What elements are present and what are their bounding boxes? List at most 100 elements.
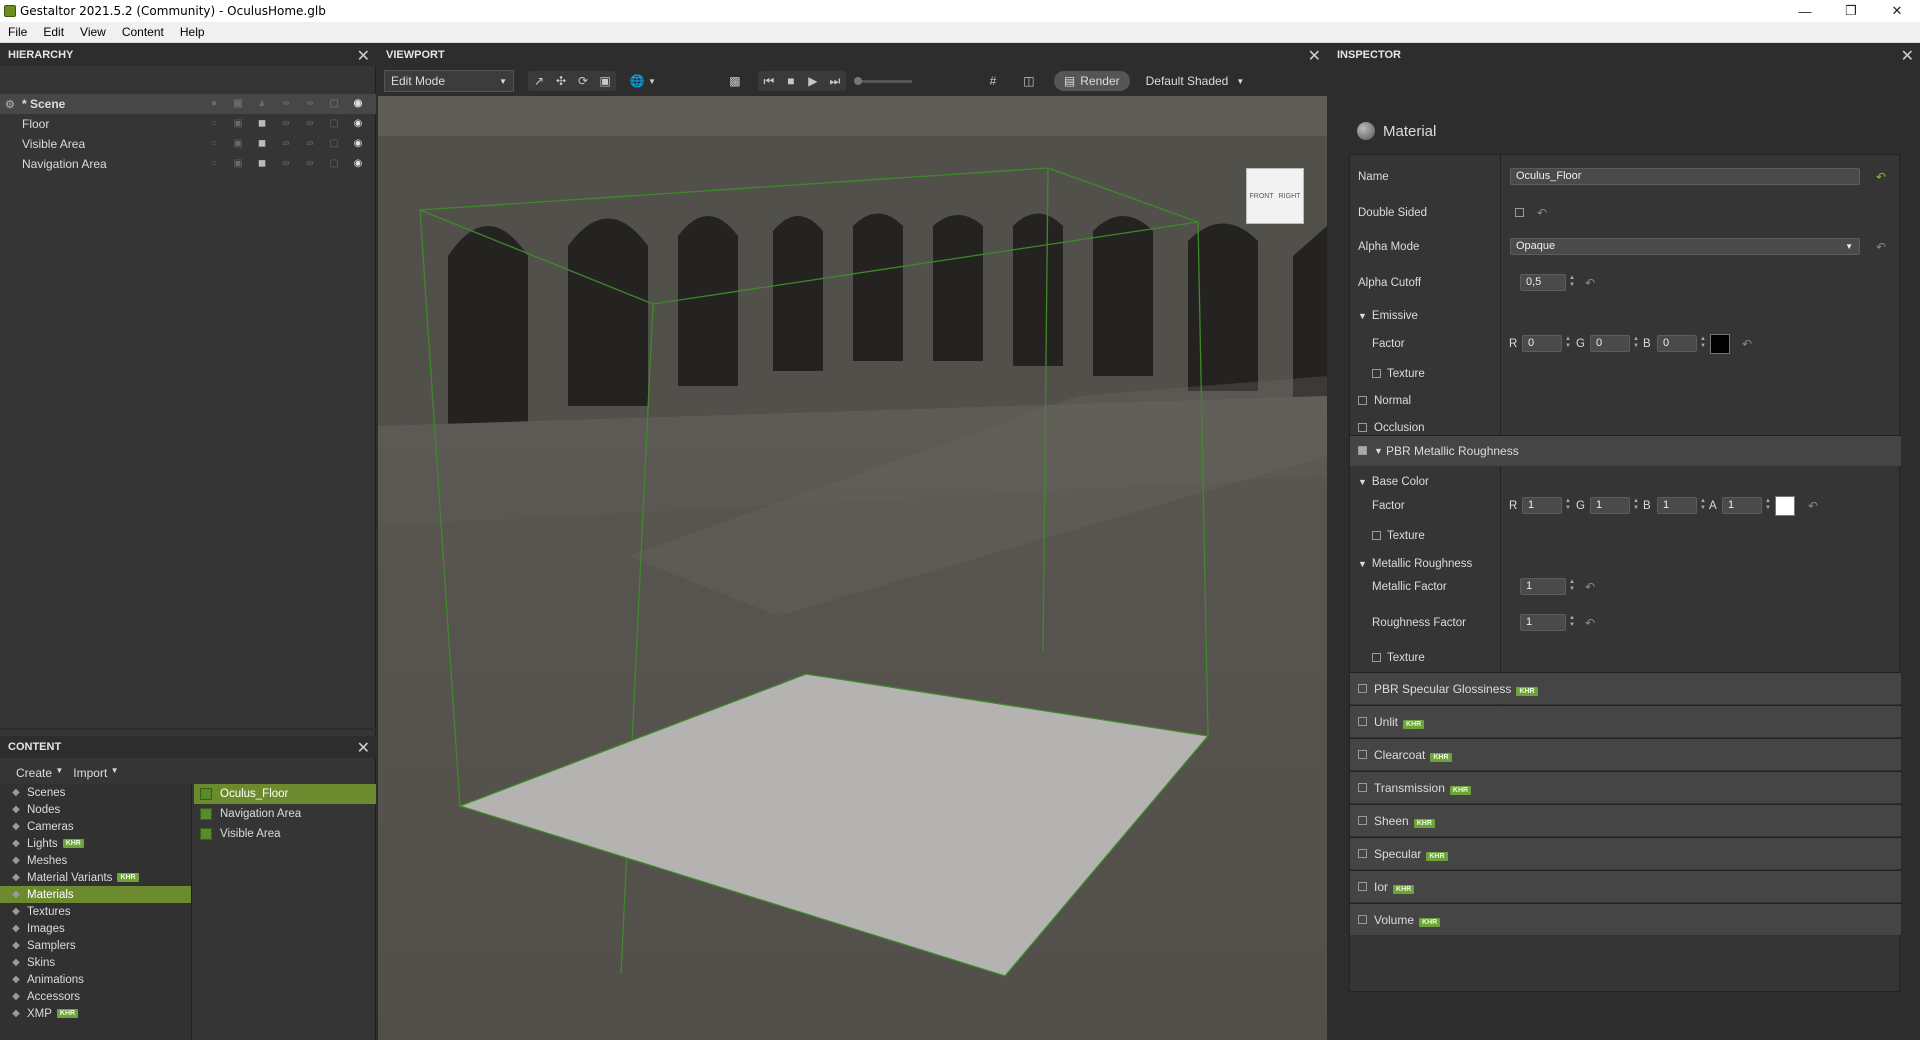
scale-tool-icon[interactable]: ▣	[594, 71, 616, 91]
extension-clearcoat[interactable]: Clearcoat KHR	[1350, 738, 1901, 770]
close-icon[interactable]: ✕	[357, 738, 370, 758]
roughness-factor-input[interactable]: 1	[1520, 614, 1566, 631]
close-window-button[interactable]: ✕	[1874, 0, 1920, 22]
eye-icon[interactable]: ◉	[350, 158, 366, 170]
content-category-xmp[interactable]: ◆ XMP KHR	[0, 1005, 191, 1022]
shading-dropdown[interactable]: Default Shaded ▼	[1146, 74, 1245, 88]
reset-icon[interactable]: ↶	[1537, 206, 1547, 220]
metallic-factor-input[interactable]: 1	[1520, 578, 1566, 595]
base-g-input[interactable]: 1	[1590, 497, 1630, 514]
material-item[interactable]: Visible Area	[194, 824, 376, 844]
material-item[interactable]: Oculus_Floor	[194, 784, 376, 804]
content-category-textures[interactable]: ◆ Textures	[0, 903, 191, 920]
content-category-meshes[interactable]: ◆ Meshes	[0, 852, 191, 869]
extension-checkbox[interactable]	[1358, 915, 1367, 924]
metallic-roughness-section[interactable]: ▼ Metallic Roughness	[1358, 558, 1472, 570]
menu-view[interactable]: View	[72, 25, 114, 39]
menu-file[interactable]: File	[0, 25, 35, 39]
double-sided-checkbox[interactable]	[1515, 208, 1524, 217]
eye-icon[interactable]: ◉	[350, 98, 366, 110]
stop-icon[interactable]: ■	[780, 71, 802, 91]
alpha-cutoff-input[interactable]: 0,5	[1520, 274, 1566, 291]
chevron-down-icon[interactable]: ▼	[648, 77, 656, 86]
globe-icon[interactable]: 🌐	[626, 71, 648, 91]
normal-checkbox[interactable]	[1358, 396, 1367, 405]
extension-specular[interactable]: Specular KHR	[1350, 837, 1901, 869]
occlusion-checkbox[interactable]	[1358, 423, 1367, 432]
box-icon[interactable]: ▢	[326, 118, 342, 130]
camera-icon[interactable]: ▩	[724, 71, 746, 91]
close-icon[interactable]: ✕	[1308, 46, 1321, 66]
hierarchy-item-navigation-area[interactable]: Navigation Area ○ ▣ ◼ ∞ ∞ ▢ ◉	[0, 154, 376, 174]
mesh-icon[interactable]: ◼	[254, 158, 270, 170]
reset-icon[interactable]: ↶	[1876, 240, 1886, 254]
scene-row[interactable]: ⚙ * Scene ● ▣ ▲ ∞ ∞ ▢ ◉	[0, 94, 376, 114]
view-cube-right[interactable]: RIGHT	[1279, 193, 1301, 200]
stepper-icon[interactable]: ▲ ▼	[1764, 498, 1772, 513]
box-icon[interactable]: ▢	[326, 158, 342, 170]
move-tool-icon[interactable]: ✣	[550, 71, 572, 91]
stepper-icon[interactable]: ▲ ▼	[1699, 336, 1707, 351]
timeline-slider[interactable]	[853, 76, 912, 85]
extension-checkbox[interactable]	[1358, 684, 1367, 693]
base-r-input[interactable]: 1	[1522, 497, 1562, 514]
content-category-material-variants[interactable]: ◆ Material Variants KHR	[0, 869, 191, 886]
mesh-icon[interactable]: ◼	[254, 118, 270, 130]
stepper-icon[interactable]: ▲ ▼	[1568, 579, 1576, 594]
pbr-section[interactable]: ▼ PBR Metallic Roughness	[1350, 435, 1901, 466]
camera-icon[interactable]: ▣	[230, 138, 246, 150]
light-icon[interactable]: ○	[206, 138, 222, 150]
eye-icon[interactable]: ◉	[350, 118, 366, 130]
render-button[interactable]: ▤ Render	[1053, 71, 1130, 91]
content-category-materials[interactable]: ◆ Materials	[0, 886, 191, 903]
stepper-icon[interactable]: ▲ ▼	[1632, 336, 1640, 351]
link-icon[interactable]: ∞	[278, 158, 294, 170]
grid-icon[interactable]: #	[982, 71, 1004, 91]
stepper-icon[interactable]: ▲ ▼	[1564, 336, 1572, 351]
3d-viewport[interactable]: FRONT RIGHT	[378, 96, 1327, 1040]
box-icon[interactable]: ▢	[326, 138, 342, 150]
mode-dropdown[interactable]: Edit Mode ▼	[384, 70, 514, 92]
emissive-b-input[interactable]: 0	[1657, 335, 1697, 352]
content-category-skins[interactable]: ◆ Skins	[0, 954, 191, 971]
mr-texture-checkbox[interactable]	[1372, 653, 1381, 662]
emissive-g-input[interactable]: 0	[1590, 335, 1630, 352]
extension-unlit[interactable]: Unlit KHR	[1350, 705, 1901, 737]
extension-volume[interactable]: Volume KHR	[1350, 903, 1901, 935]
import-button[interactable]: Import ▼	[73, 766, 118, 780]
extension-transmission[interactable]: Transmission KHR	[1350, 771, 1901, 803]
reset-icon[interactable]: ↶	[1742, 337, 1752, 351]
content-category-lights[interactable]: ◆ Lights KHR	[0, 835, 191, 852]
stepper-icon[interactable]: ▲ ▼	[1568, 275, 1576, 290]
select-tool-icon[interactable]: ↗	[528, 71, 550, 91]
emissive-section[interactable]: ▼ Emissive	[1358, 310, 1418, 322]
material-item[interactable]: Navigation Area	[194, 804, 376, 824]
view-cube[interactable]: FRONT RIGHT	[1246, 168, 1304, 224]
emissive-color-swatch[interactable]	[1710, 334, 1730, 354]
reset-icon[interactable]: ↶	[1808, 499, 1818, 513]
extension-checkbox[interactable]	[1358, 750, 1367, 759]
reset-icon[interactable]: ↶	[1585, 276, 1595, 290]
link-icon[interactable]: ∞	[278, 118, 294, 130]
camera-icon[interactable]: ▣	[230, 98, 246, 110]
link-icon[interactable]: ∞	[278, 98, 294, 110]
slider-handle[interactable]	[853, 76, 862, 85]
name-field[interactable]: Oculus_Floor	[1510, 168, 1860, 185]
extension-sheen[interactable]: Sheen KHR	[1350, 804, 1901, 836]
base-texture-checkbox[interactable]	[1372, 531, 1381, 540]
reset-icon[interactable]: ↶	[1585, 580, 1595, 594]
extension-ior[interactable]: Ior KHR	[1350, 870, 1901, 902]
extension-pbr-specular-glossiness[interactable]: PBR Specular Glossiness KHR	[1350, 672, 1901, 704]
box-icon[interactable]: ▢	[326, 98, 342, 110]
camera-icon[interactable]: ▣	[230, 158, 246, 170]
menu-edit[interactable]: Edit	[35, 25, 72, 39]
close-icon[interactable]: ✕	[357, 46, 370, 66]
base-color-swatch[interactable]	[1775, 496, 1795, 516]
link2-icon[interactable]: ∞	[302, 158, 318, 170]
stepper-icon[interactable]: ▲ ▼	[1632, 498, 1640, 513]
box-view-icon[interactable]: ◫	[1018, 71, 1040, 91]
content-category-scenes[interactable]: ◆ Scenes	[0, 784, 191, 801]
base-color-section[interactable]: ▼ Base Color	[1358, 476, 1429, 488]
menu-content[interactable]: Content	[114, 25, 172, 39]
link2-icon[interactable]: ∞	[302, 118, 318, 130]
